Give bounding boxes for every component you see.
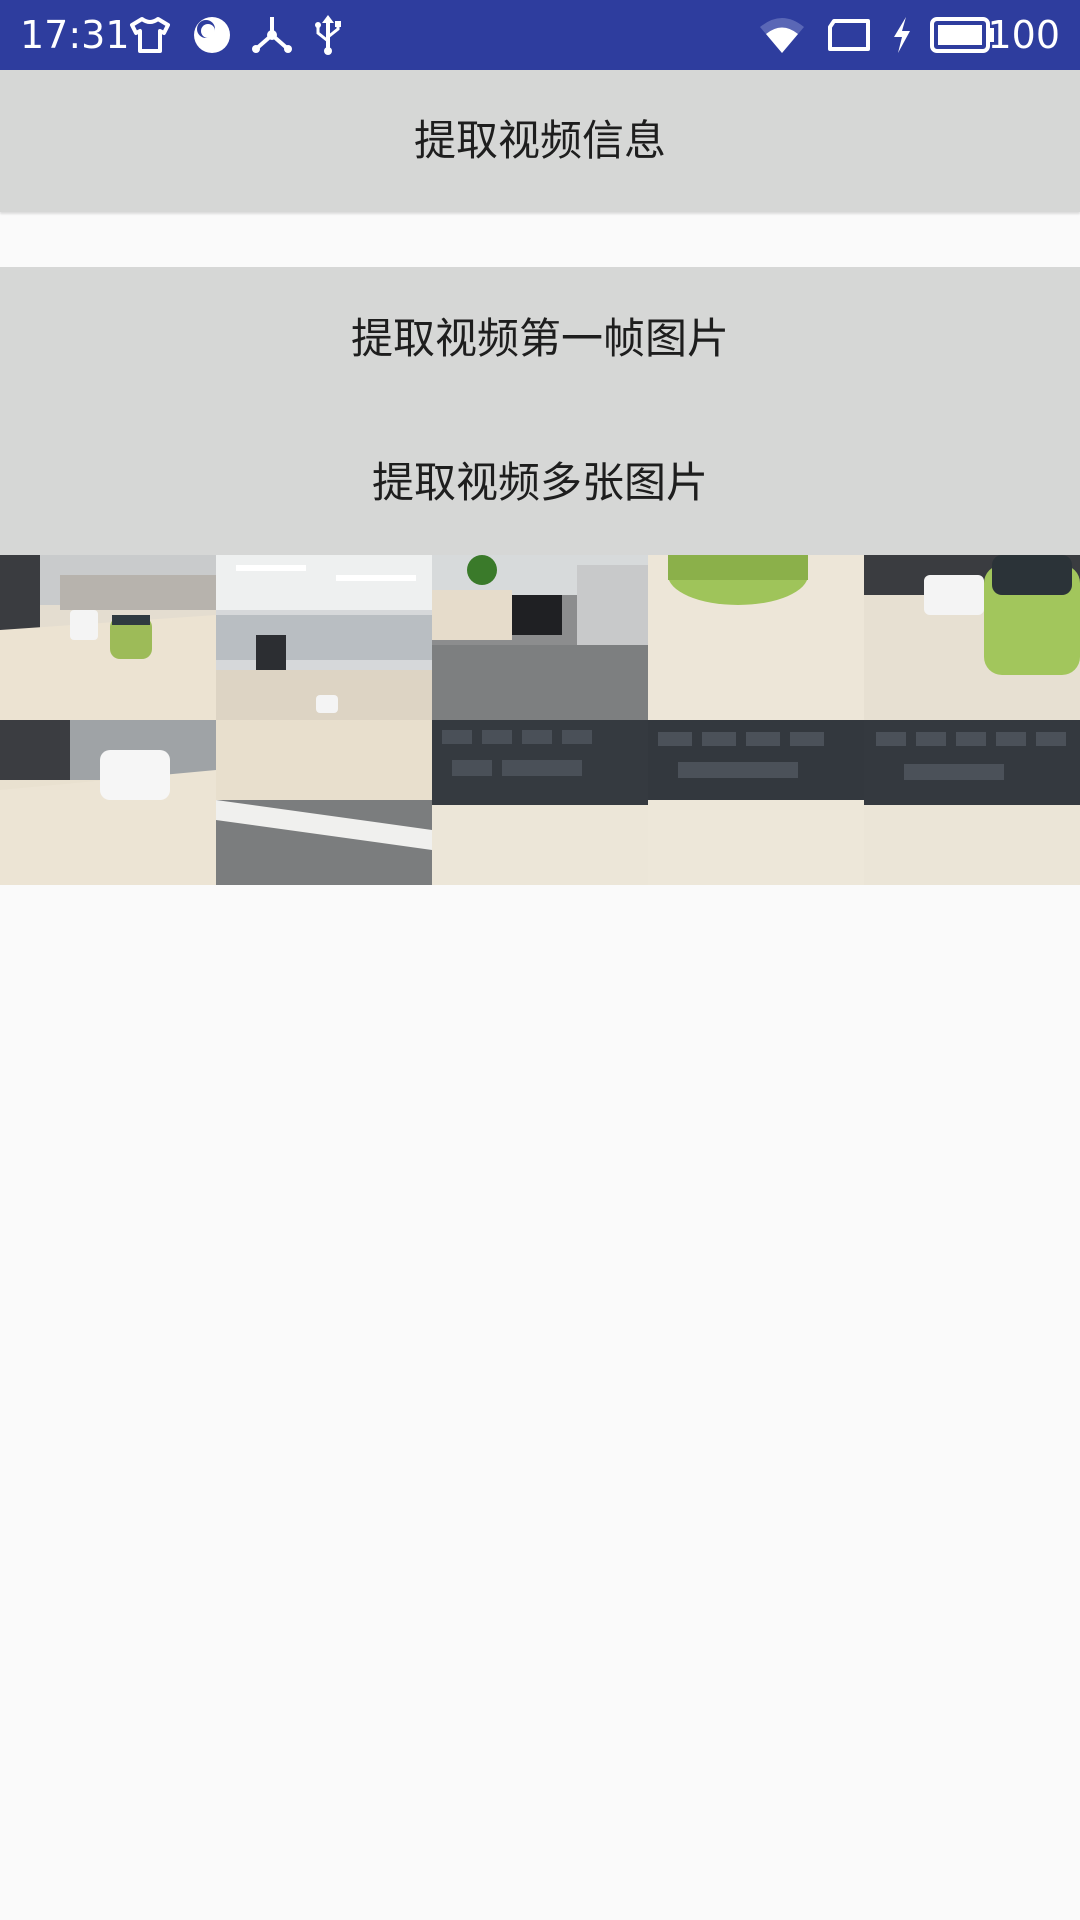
- frame-thumbnail: [432, 555, 648, 720]
- charging-icon: [888, 13, 916, 57]
- frame-thumbnail: [864, 555, 1080, 720]
- extract-multiple-frames-button[interactable]: 提取视频多张图片: [0, 411, 1080, 555]
- status-bar: 17:31 100: [0, 0, 1080, 70]
- tablet-icon: [826, 13, 872, 57]
- bubble-icon: [190, 13, 234, 57]
- frame-thumbnail: [0, 720, 216, 885]
- wifi-icon: [758, 13, 806, 57]
- extract-info-button[interactable]: 提取视频信息: [0, 70, 1080, 212]
- fan-icon: [250, 13, 294, 57]
- frame-thumbnail: [432, 720, 648, 885]
- usb-icon: [306, 13, 350, 57]
- frame-grid: [0, 555, 1080, 885]
- battery-level: 100: [987, 13, 1060, 57]
- frame-thumbnail: [216, 720, 432, 885]
- tshirt-icon: [128, 13, 172, 57]
- status-time: 17:31: [20, 13, 130, 57]
- frame-thumbnail: [648, 555, 864, 720]
- battery-icon: [928, 13, 996, 57]
- frame-thumbnail: [864, 720, 1080, 885]
- frame-thumbnail: [216, 555, 432, 720]
- frame-thumbnail: [0, 555, 216, 720]
- extract-first-frame-button[interactable]: 提取视频第一帧图片: [0, 267, 1080, 411]
- frame-thumbnail: [648, 720, 864, 885]
